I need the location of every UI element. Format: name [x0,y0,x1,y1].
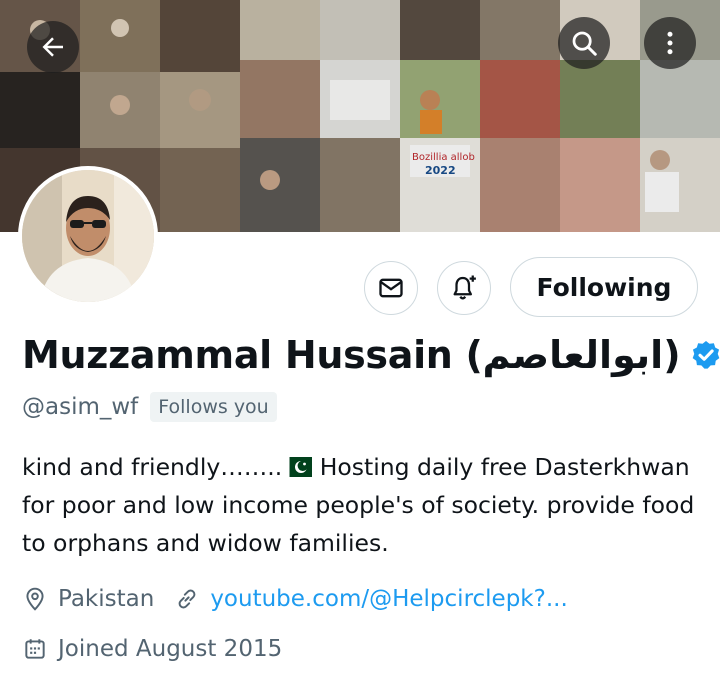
profile-joined-date: Joined August 2015 [58,636,283,662]
avatar[interactable] [18,166,158,306]
profile-website-link[interactable]: youtube.com/@Helpcirclepk?... [210,586,567,612]
avatar-image [22,170,154,302]
profile-name: Muzzammal Hussain (ابوالعاصم) [22,333,681,377]
search-icon [572,31,597,56]
back-button[interactable] [27,21,79,73]
profile-name-row: Muzzammal Hussain (ابوالعاصم) [22,333,720,377]
follows-you-badge: Follows you [150,392,277,422]
calendar-icon [25,639,45,659]
message-button[interactable] [364,261,418,315]
profile-location: Pakistan [58,586,155,612]
location-pin-icon [26,587,44,611]
profile-bio: kind and friendly…….. Hosting daily free… [22,448,712,562]
bio-text-part1: kind and friendly…….. [22,453,283,481]
verified-badge-icon[interactable] [690,339,720,371]
envelope-icon [379,278,403,298]
bell-plus-icon [453,275,476,300]
pakistan-flag-icon [282,457,313,477]
link-icon [178,589,196,609]
profile-joined-row: Joined August 2015 [22,636,282,662]
profile-meta-row: Pakistan youtube.com/@Helpcirclepk?... [22,586,568,612]
more-options-button[interactable] [644,17,696,69]
handle-row: @asim_wf Follows you [22,392,277,422]
following-button[interactable]: Following [510,257,698,317]
notifications-button[interactable] [437,261,491,315]
profile-handle: @asim_wf [22,394,139,420]
arrow-left-icon [42,37,63,57]
more-vertical-icon [667,31,673,55]
search-button[interactable] [558,17,610,69]
